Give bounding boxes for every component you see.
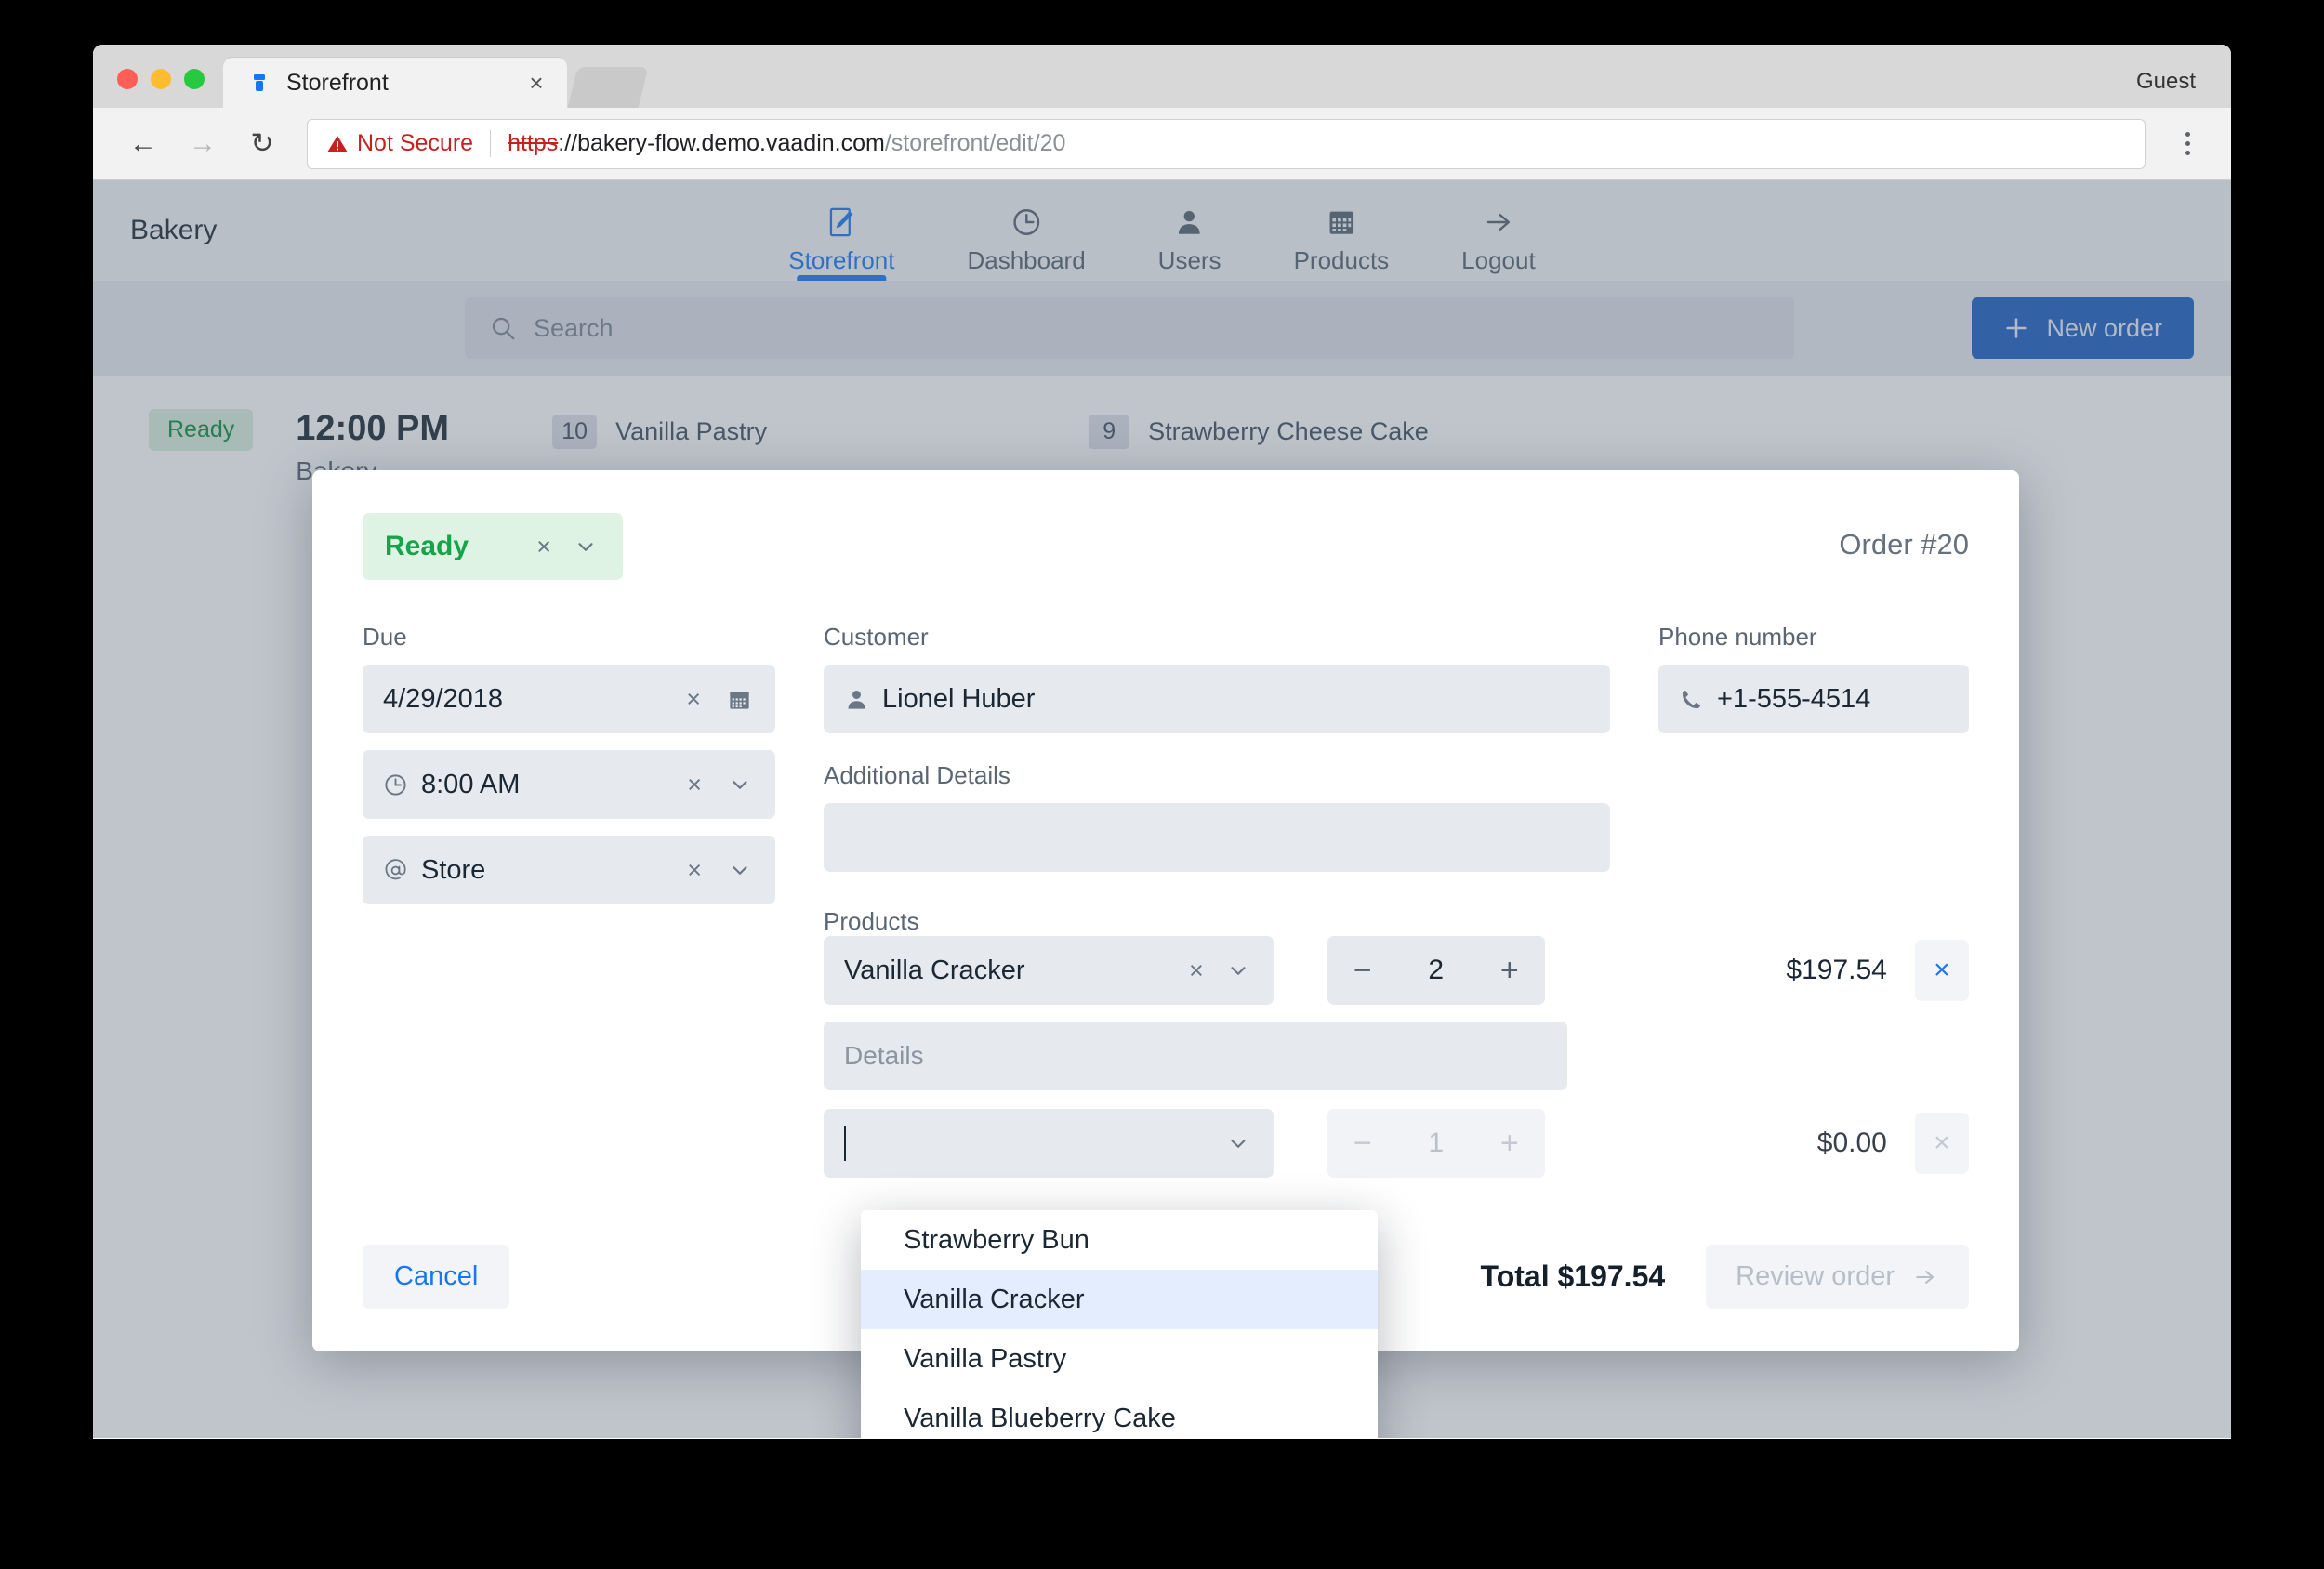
clear-time-icon[interactable]: × bbox=[680, 771, 708, 798]
quantity-value: 2 bbox=[1428, 955, 1445, 985]
url-host: bakery-flow.demo.vaadin.com bbox=[577, 130, 885, 156]
warning-icon bbox=[327, 135, 348, 152]
browser-menu-button[interactable] bbox=[2166, 119, 2209, 169]
order-form: Due 4/29/2018 × 8:00 AM × Store × Custom… bbox=[363, 623, 1969, 949]
due-location-field[interactable]: Store × bbox=[363, 836, 775, 904]
product-rows: Vanilla Cracker × − 2 + $197.54 × Detail… bbox=[824, 936, 1969, 1178]
order-number: Order #20 bbox=[1839, 528, 1969, 560]
quantity-stepper[interactable]: − 2 + bbox=[1327, 936, 1545, 1005]
additional-details-label: Additional Details bbox=[824, 761, 1010, 789]
calendar-icon[interactable] bbox=[720, 687, 759, 712]
quantity-value-disabled: 1 bbox=[1428, 1127, 1445, 1158]
clock-icon bbox=[383, 772, 408, 798]
due-date-value: 4/29/2018 bbox=[383, 683, 504, 714]
product-details-input[interactable]: Details bbox=[824, 1022, 1567, 1090]
product-dropdown[interactable]: Strawberry Bun Vanilla Cracker Vanilla P… bbox=[861, 1210, 1378, 1438]
dropdown-option[interactable]: Strawberry Bun bbox=[861, 1210, 1378, 1270]
remove-product-button-disabled: × bbox=[1914, 1113, 1969, 1174]
product-row-empty: − 1 + $0.00 × bbox=[824, 1109, 1969, 1178]
dropdown-option[interactable]: Vanilla Pastry bbox=[861, 1329, 1378, 1389]
chevron-down-icon[interactable] bbox=[721, 772, 759, 797]
browser-window: Storefront × Guest ← → ↻ Not Secure http… bbox=[93, 45, 2231, 1439]
new-tab-button[interactable] bbox=[567, 67, 649, 108]
maximize-window-button[interactable] bbox=[184, 69, 205, 89]
url-path: /storefront/edit/20 bbox=[884, 130, 1066, 156]
due-column: Due 4/29/2018 × 8:00 AM × Store × bbox=[363, 623, 775, 949]
vaadin-logo-icon bbox=[247, 71, 271, 95]
phone-icon bbox=[1679, 687, 1704, 712]
browser-tab-title: Storefront bbox=[286, 69, 389, 96]
increase-quantity-button-disabled: + bbox=[1499, 1126, 1519, 1161]
order-total: Total $197.54 bbox=[1480, 1259, 1666, 1293]
product-details-placeholder: Details bbox=[844, 1041, 924, 1070]
url-bar[interactable]: Not Secure https :// bakery-flow.demo.va… bbox=[307, 118, 2146, 169]
dropdown-option-selected[interactable]: Vanilla Cracker bbox=[861, 1270, 1378, 1329]
product-select[interactable]: Vanilla Cracker × bbox=[824, 936, 1274, 1005]
due-label: Due bbox=[363, 623, 407, 651]
clear-location-icon[interactable]: × bbox=[680, 857, 708, 883]
reload-button[interactable]: ↻ bbox=[236, 118, 288, 170]
decrease-quantity-button[interactable]: − bbox=[1353, 955, 1372, 986]
dropdown-option[interactable]: Vanilla Blueberry Cake bbox=[861, 1389, 1378, 1438]
customer-column: Customer Lionel Huber Additional Details bbox=[824, 623, 1610, 949]
review-order-button[interactable]: Review order bbox=[1706, 1245, 1969, 1309]
due-location-value: Store bbox=[421, 854, 486, 885]
product-price: $197.54 bbox=[1786, 955, 1887, 985]
person-icon bbox=[844, 687, 869, 712]
clear-date-icon[interactable]: × bbox=[680, 686, 707, 712]
customer-label: Customer bbox=[824, 623, 929, 651]
chevron-down-icon[interactable] bbox=[1220, 1131, 1257, 1155]
decrease-quantity-button-disabled: − bbox=[1353, 1126, 1372, 1161]
phone-value: +1-555-4514 bbox=[1717, 683, 1871, 714]
not-secure-indicator[interactable]: Not Secure bbox=[326, 130, 492, 157]
forward-button[interactable]: → bbox=[177, 118, 229, 170]
url-separator: :// bbox=[558, 130, 578, 156]
text-cursor bbox=[844, 1126, 846, 1161]
not-secure-label: Not Secure bbox=[357, 130, 474, 156]
phone-column: Phone number +1-555-4514 bbox=[1658, 623, 1969, 949]
window-traffic-lights bbox=[93, 69, 223, 108]
clear-product-icon[interactable]: × bbox=[1182, 957, 1210, 983]
customer-value: Lionel Huber bbox=[882, 683, 1036, 714]
browser-toolbar: ← → ↻ Not Secure https :// bakery-flow.d… bbox=[93, 108, 2231, 180]
phone-field[interactable]: +1-555-4514 bbox=[1658, 665, 1969, 733]
products-label: Products bbox=[824, 907, 919, 935]
minimize-window-button[interactable] bbox=[151, 69, 171, 89]
product-name: Vanilla Cracker bbox=[844, 955, 1025, 985]
order-status-select[interactable]: Ready × bbox=[363, 513, 623, 580]
profile-guest-label[interactable]: Guest bbox=[2136, 69, 2196, 95]
customer-field[interactable]: Lionel Huber bbox=[824, 665, 1610, 733]
at-icon bbox=[383, 858, 408, 883]
chevron-down-icon[interactable] bbox=[721, 858, 759, 882]
app-viewport: Bakery Storefront Dashboard Users Produc… bbox=[93, 180, 2231, 1438]
back-button[interactable]: ← bbox=[117, 118, 169, 170]
clear-status-icon[interactable]: × bbox=[530, 534, 558, 560]
close-window-button[interactable] bbox=[117, 69, 138, 89]
additional-details-field[interactable] bbox=[824, 803, 1610, 872]
product-select-empty[interactable] bbox=[824, 1109, 1274, 1178]
footer-right: Total $197.54 Review order bbox=[1481, 1245, 1969, 1309]
browser-tabstrip: Storefront × Guest bbox=[93, 45, 2231, 108]
due-time-field[interactable]: 8:00 AM × bbox=[363, 750, 775, 819]
close-tab-button[interactable]: × bbox=[522, 71, 550, 95]
phone-label: Phone number bbox=[1658, 623, 1817, 651]
quantity-stepper-disabled: − 1 + bbox=[1327, 1109, 1545, 1178]
increase-quantity-button[interactable]: + bbox=[1500, 955, 1519, 986]
order-status-value: Ready bbox=[385, 531, 469, 561]
chevron-down-icon[interactable] bbox=[1220, 958, 1257, 982]
dialog-header: Ready × Order #20 bbox=[363, 513, 1969, 580]
url-scheme: https bbox=[508, 130, 559, 156]
due-date-field[interactable]: 4/29/2018 × bbox=[363, 665, 775, 733]
cancel-button[interactable]: Cancel bbox=[363, 1245, 510, 1309]
browser-tab[interactable]: Storefront × bbox=[223, 58, 567, 108]
review-order-label: Review order bbox=[1736, 1261, 1895, 1291]
remove-product-button[interactable]: × bbox=[1914, 940, 1969, 1001]
due-time-value: 8:00 AM bbox=[421, 769, 521, 799]
chevron-down-icon[interactable] bbox=[567, 534, 604, 559]
product-price-empty: $0.00 bbox=[1816, 1127, 1887, 1158]
arrow-right-icon bbox=[1911, 1265, 1939, 1289]
